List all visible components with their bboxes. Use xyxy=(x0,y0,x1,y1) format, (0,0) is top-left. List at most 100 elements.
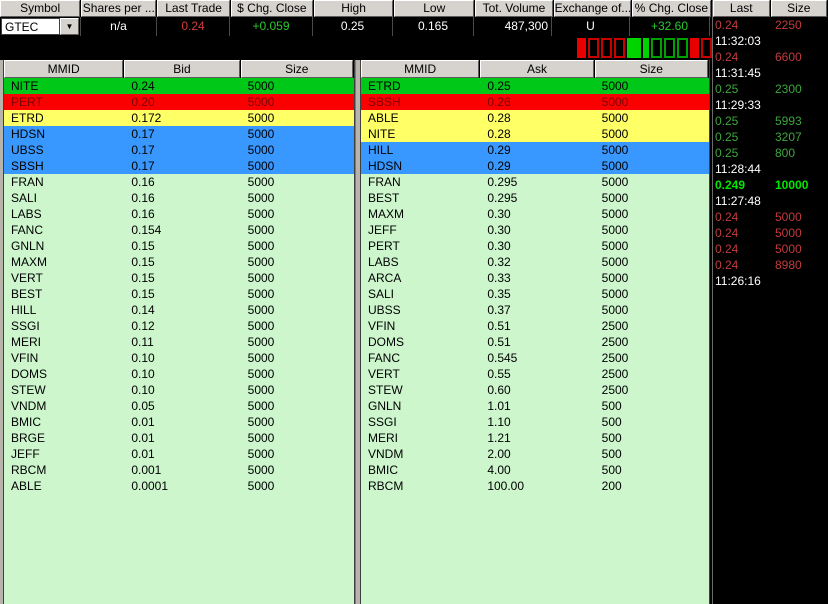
symbol-dropdown-button[interactable]: ▼ xyxy=(60,18,79,35)
level2-window: Symbol Shares per ... Last Trade $ Chg. Clo… xyxy=(0,0,828,604)
column-header-last-trade[interactable]: Last Trade xyxy=(157,0,230,17)
bid-row-jeff[interactable]: JEFF 0.01 5000 xyxy=(4,446,354,462)
column-header-symbol[interactable]: Symbol xyxy=(0,0,81,17)
bid-mmid-cell: FRAN xyxy=(11,175,44,189)
ask-row-hdsn[interactable]: HDSN 0.29 5000 xyxy=(361,158,709,174)
ask-price-cell: 0.29 xyxy=(487,143,511,157)
bid-row-sali[interactable]: SALI 0.16 5000 xyxy=(4,190,354,206)
bid-row-rbcm[interactable]: RBCM 0.001 5000 xyxy=(4,462,354,478)
bid-row-etrd[interactable]: ETRD 0.172 5000 xyxy=(4,110,354,126)
ask-row-etrd[interactable]: ETRD 0.25 5000 xyxy=(361,78,709,94)
ask-row-vert[interactable]: VERT 0.55 2500 xyxy=(361,366,709,382)
ask-size-cell: 200 xyxy=(601,479,622,493)
ask-row-vfin[interactable]: VFIN 0.51 2500 xyxy=(361,318,709,334)
ask-mmid-cell: VNDM xyxy=(368,447,404,461)
column-header-exchange-of[interactable]: Exchange of... xyxy=(553,0,631,17)
bid-row-hdsn[interactable]: HDSN 0.17 5000 xyxy=(4,126,354,142)
ask-row-pert[interactable]: PERT 0.30 5000 xyxy=(361,238,709,254)
ask-row-labs[interactable]: LABS 0.32 5000 xyxy=(361,254,709,270)
bid-mmid-cell: SALI xyxy=(11,191,38,205)
time-sales-rows: 0.24 2250 11:32:03 0.24 6600 11:31:45 0.25 2300… xyxy=(713,17,828,289)
ask-row-ssgi[interactable]: SSGI 1.10 500 xyxy=(361,414,709,430)
ask-size-cell: 500 xyxy=(601,399,622,413)
bid-size-cell: 5000 xyxy=(247,159,275,173)
bid-row-meri[interactable]: MERI 0.11 5000 xyxy=(4,334,354,350)
ask-row-gnln[interactable]: GNLN 1.01 500 xyxy=(361,398,709,414)
ask-row-bmic[interactable]: BMIC 4.00 500 xyxy=(361,462,709,478)
trade-price: 0.24 xyxy=(715,226,739,240)
bid-row-pert[interactable]: PERT 0.20 5000 xyxy=(4,94,354,110)
bid-row-nite[interactable]: NITE 0.24 5000 xyxy=(4,78,354,94)
ask-mmid-cell: FANC xyxy=(368,351,401,365)
ask-row-doms[interactable]: DOMS 0.51 2500 xyxy=(361,334,709,350)
bid-row-best[interactable]: BEST 0.15 5000 xyxy=(4,286,354,302)
tick-strip-row xyxy=(0,36,712,60)
bid-row-stew[interactable]: STEW 0.10 5000 xyxy=(4,382,354,398)
bid-row-ubss[interactable]: UBSS 0.17 5000 xyxy=(4,142,354,158)
bid-row-able[interactable]: ABLE 0.0001 5000 xyxy=(4,478,354,494)
bid-rows: NITE 0.24 5000 PERT 0.20 5000 ETRD 0.172 5000 HDS… xyxy=(4,78,354,494)
ask-row-sbsh[interactable]: SBSH 0.26 5000 xyxy=(361,94,709,110)
column-header-chg-close[interactable]: % Chg. Close xyxy=(631,0,712,17)
ask-column-header-ask[interactable]: Ask xyxy=(480,60,594,78)
ts-column-header-last[interactable]: Last xyxy=(713,0,770,17)
chevron-down-icon: ▼ xyxy=(65,22,74,31)
symbol-input[interactable]: GTEC xyxy=(1,18,60,35)
bid-row-bmic[interactable]: BMIC 0.01 5000 xyxy=(4,414,354,430)
column-header-low[interactable]: Low xyxy=(394,0,475,17)
bid-row-hill[interactable]: HILL 0.14 5000 xyxy=(4,302,354,318)
ask-row-best[interactable]: BEST 0.295 5000 xyxy=(361,190,709,206)
trade-size: 8980 xyxy=(775,258,802,272)
ask-row-maxm[interactable]: MAXM 0.30 5000 xyxy=(361,206,709,222)
bid-row-fanc[interactable]: FANC 0.154 5000 xyxy=(4,222,354,238)
column-header-chg-close[interactable]: $ Chg. Close xyxy=(230,0,313,17)
bid-mmid-cell: RBCM xyxy=(11,463,47,477)
bid-column-header-mmid[interactable]: MMID xyxy=(4,60,124,78)
ask-row-arca[interactable]: ARCA 0.33 5000 xyxy=(361,270,709,286)
ask-row-hill[interactable]: HILL 0.29 5000 xyxy=(361,142,709,158)
ask-row-ubss[interactable]: UBSS 0.37 5000 xyxy=(361,302,709,318)
ask-row-fran[interactable]: FRAN 0.295 5000 xyxy=(361,174,709,190)
bid-panel: MMID Bid Size NITE 0.24 5000 PERT 0.20 5000 ETRD… xyxy=(3,60,355,604)
ask-row-jeff[interactable]: JEFF 0.30 5000 xyxy=(361,222,709,238)
bid-row-fran[interactable]: FRAN 0.16 5000 xyxy=(4,174,354,190)
ask-row-able[interactable]: ABLE 0.28 5000 xyxy=(361,110,709,126)
bid-row-sbsh[interactable]: SBSH 0.17 5000 xyxy=(4,158,354,174)
bid-row-doms[interactable]: DOMS 0.10 5000 xyxy=(4,366,354,382)
bid-size-cell: 5000 xyxy=(247,143,275,157)
column-header-shares-per[interactable]: Shares per ... xyxy=(81,0,157,17)
ask-row-stew[interactable]: STEW 0.60 2500 xyxy=(361,382,709,398)
ask-column-header-mmid[interactable]: MMID xyxy=(361,60,480,78)
ask-mmid-cell: ABLE xyxy=(368,111,399,125)
ask-mmid-cell: MERI xyxy=(368,431,398,445)
ask-panel-header: MMID Ask Size xyxy=(361,60,709,78)
bid-row-maxm[interactable]: MAXM 0.15 5000 xyxy=(4,254,354,270)
ask-row-meri[interactable]: MERI 1.21 500 xyxy=(361,430,709,446)
bid-row-brge[interactable]: BRGE 0.01 5000 xyxy=(4,430,354,446)
trade-size: 10000 xyxy=(775,178,809,192)
bid-price-cell: 0.17 xyxy=(131,143,155,157)
bid-row-gnln[interactable]: GNLN 0.15 5000 xyxy=(4,238,354,254)
ask-row-sali[interactable]: SALI 0.35 5000 xyxy=(361,286,709,302)
bid-column-header-size[interactable]: Size xyxy=(240,60,353,78)
symbol-combo[interactable]: GTEC ▼ xyxy=(0,17,81,36)
ask-mmid-cell: MAXM xyxy=(368,207,404,221)
ask-column-header-size[interactable]: Size xyxy=(594,60,708,78)
bid-row-ssgi[interactable]: SSGI 0.12 5000 xyxy=(4,318,354,334)
bid-row-vfin[interactable]: VFIN 0.10 5000 xyxy=(4,350,354,366)
column-header-high[interactable]: High xyxy=(313,0,394,17)
ts-column-header-size[interactable]: Size xyxy=(770,0,827,17)
column-header-tot-volume[interactable]: Tot. Volume xyxy=(475,0,553,17)
bid-row-labs[interactable]: LABS 0.16 5000 xyxy=(4,206,354,222)
bid-mmid-cell: BEST xyxy=(11,287,43,301)
bid-row-vndm[interactable]: VNDM 0.05 5000 xyxy=(4,398,354,414)
bid-column-header-bid[interactable]: Bid xyxy=(124,60,240,78)
ask-row-vndm[interactable]: VNDM 2.00 500 xyxy=(361,446,709,462)
ask-row-nite[interactable]: NITE 0.28 5000 xyxy=(361,126,709,142)
bid-row-vert[interactable]: VERT 0.15 5000 xyxy=(4,270,354,286)
trade-size: 2300 xyxy=(775,82,802,96)
trade-size: 5993 xyxy=(775,114,802,128)
ask-price-cell: 0.33 xyxy=(487,271,511,285)
ask-row-fanc[interactable]: FANC 0.545 2500 xyxy=(361,350,709,366)
ask-row-rbcm[interactable]: RBCM 100.00 200 xyxy=(361,478,709,494)
